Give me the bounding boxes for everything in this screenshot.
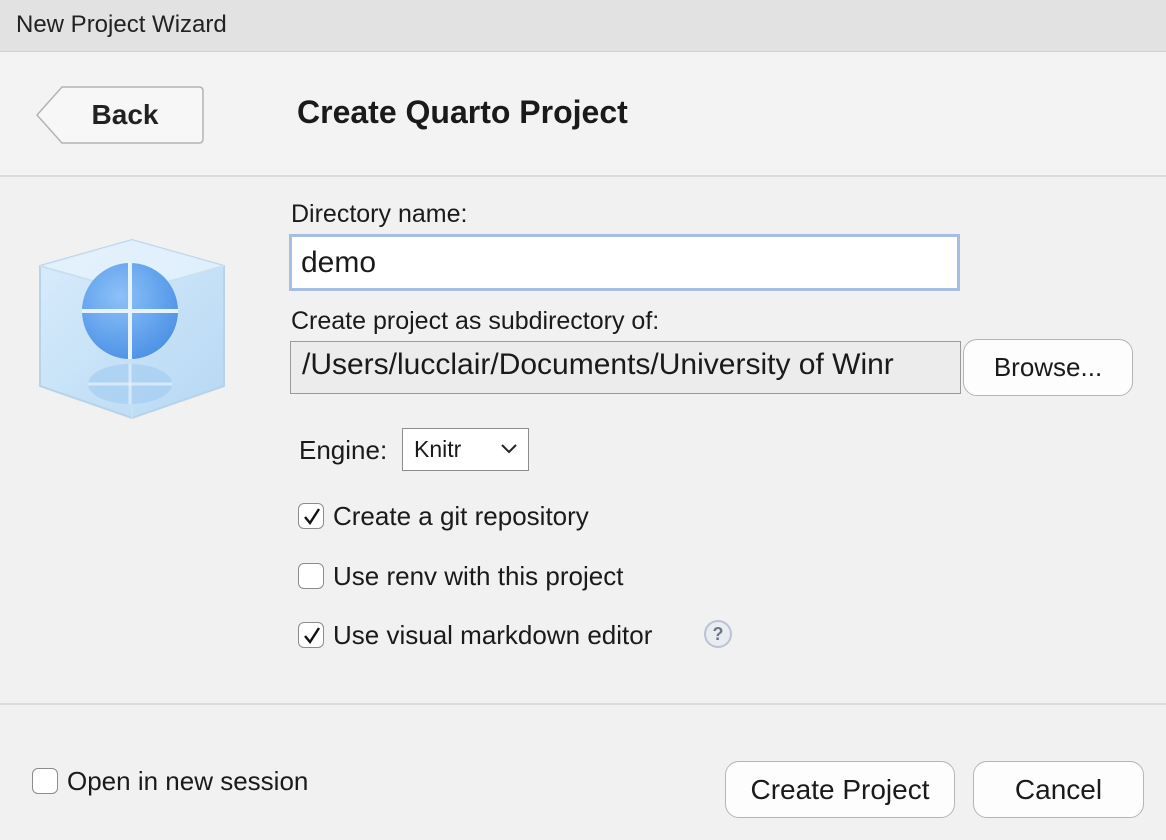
- window-titlebar: New Project Wizard: [0, 0, 1166, 52]
- page-title: Create Quarto Project: [297, 94, 628, 130]
- create-project-button[interactable]: Create Project: [725, 761, 955, 818]
- header-divider: [0, 175, 1166, 177]
- quarto-logo-icon: [36, 236, 226, 426]
- engine-label: Engine:: [299, 435, 388, 465]
- renv-label: Use renv with this project: [333, 561, 624, 591]
- git-repo-checkbox[interactable]: [298, 503, 324, 529]
- parent-directory-label: Create project as subdirectory of:: [291, 307, 660, 335]
- back-button-label: Back: [91, 99, 159, 130]
- renv-checkbox[interactable]: [298, 563, 324, 589]
- visual-editor-checkbox[interactable]: [298, 622, 324, 648]
- engine-select[interactable]: Knitr: [402, 428, 529, 471]
- open-new-session-label: Open in new session: [67, 766, 309, 796]
- cancel-button[interactable]: Cancel: [973, 761, 1144, 818]
- chevron-down-icon: [501, 444, 517, 454]
- checkmark-icon: [304, 627, 321, 645]
- git-repo-label: Create a git repository: [333, 501, 589, 531]
- back-button[interactable]: Back: [36, 86, 204, 144]
- footer-divider: [0, 703, 1166, 705]
- help-icon[interactable]: ?: [704, 620, 732, 648]
- visual-editor-label: Use visual markdown editor: [333, 620, 653, 650]
- open-new-session-checkbox[interactable]: [32, 768, 58, 794]
- window-title: New Project Wizard: [16, 11, 227, 38]
- directory-name-input[interactable]: [289, 234, 960, 291]
- directory-name-label: Directory name:: [291, 200, 468, 228]
- engine-selected-value: Knitr: [414, 436, 462, 462]
- browse-button[interactable]: Browse...: [963, 339, 1133, 396]
- parent-directory-field[interactable]: /Users/lucclair/Documents/University of …: [290, 341, 961, 394]
- checkmark-icon: [304, 508, 321, 526]
